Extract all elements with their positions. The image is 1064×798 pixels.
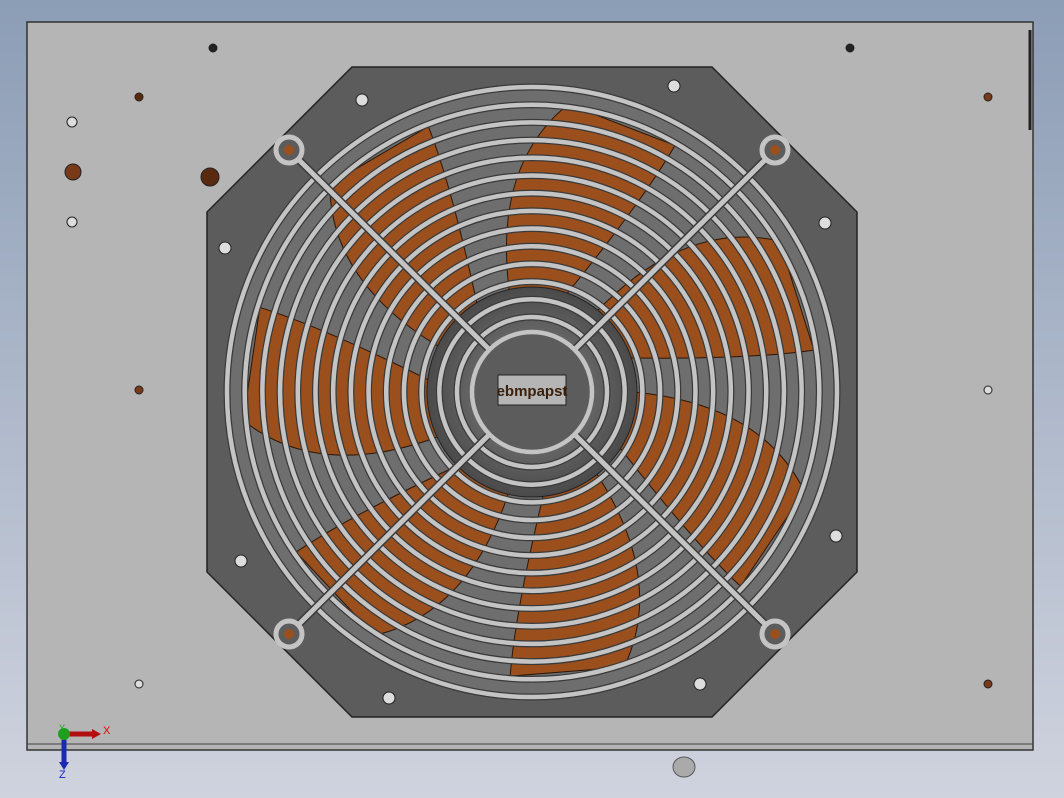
mounting-hole [234,554,248,568]
x-axis-label: X [103,725,111,737]
z-axis-label: Z [59,769,66,781]
logo-badge: ebmpapst [497,374,568,406]
guard-screw [770,145,780,155]
mounting-hole [66,116,78,128]
mounting-hole [667,79,681,93]
guard-screw [284,145,294,155]
mounting-hole [208,43,218,53]
mounting-hole [355,93,369,107]
mounting-hole [382,691,396,705]
mounting-hole [845,43,855,53]
drain-plug [672,756,696,778]
y-axis-label: Y [59,723,65,733]
mounting-hole [983,92,993,102]
ebmpapst-logo: ebmpapst [497,383,568,400]
mounting-hole [200,167,220,187]
mounting-hole [134,679,144,689]
cad-viewport[interactable]: ebmpapst X Y Z [0,0,1064,798]
mounting-hole [983,679,993,689]
mounting-hole [66,216,78,228]
mounting-hole [693,677,707,691]
mounting-hole [983,385,993,395]
guard-screw [284,629,294,639]
mounting-hole [829,529,843,543]
mounting-hole [134,385,144,395]
mounting-hole [818,216,832,230]
guard-screw [770,629,780,639]
mounting-hole [134,92,144,102]
mounting-hole [64,163,82,181]
mounting-hole [218,241,232,255]
